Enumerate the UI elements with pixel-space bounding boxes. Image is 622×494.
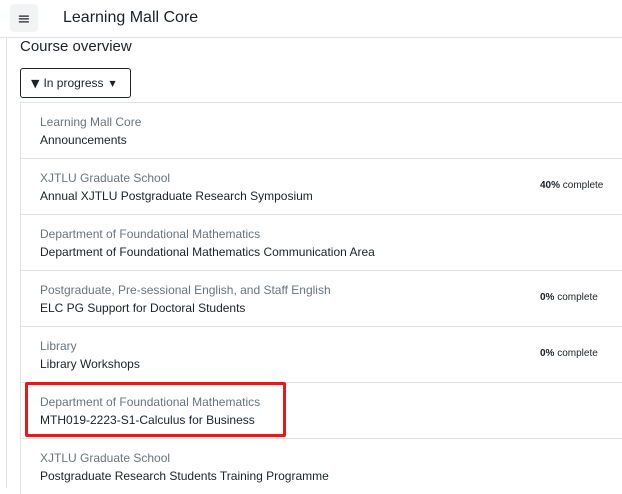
top-navbar: ≡ Learning Mall Core: [0, 0, 622, 38]
course-link[interactable]: Department of Foundational Mathematics C…: [40, 245, 375, 259]
drawer-divider: [6, 38, 7, 488]
course-list: Learning Mall Core Announcements XJTLU G…: [20, 102, 622, 494]
progress-value: 40%: [540, 180, 561, 191]
course-category: Department of Foundational Mathematics: [40, 395, 261, 409]
course-category: XJTLU Graduate School: [40, 171, 171, 185]
course-category: Postgraduate, Pre-sessional English, and…: [40, 283, 331, 297]
filter-dropdown-button[interactable]: ▼ In progress ▼: [20, 68, 131, 98]
caret-down-icon: ▼: [109, 78, 116, 88]
filter-icon: ▼: [31, 76, 40, 90]
progress-suffix: complete: [560, 180, 604, 191]
progress-suffix: complete: [554, 348, 598, 359]
course-item: Department of Foundational Mathematics M…: [21, 382, 622, 438]
course-category: Department of Foundational Mathematics: [40, 227, 261, 241]
course-item: XJTLU Graduate School Annual XJTLU Postg…: [21, 158, 622, 214]
section-title: Course overview: [20, 38, 132, 55]
course-link[interactable]: Postgraduate Research Students Training …: [40, 469, 329, 483]
course-category: XJTLU Graduate School: [40, 451, 171, 465]
course-item: Department of Foundational Mathematics D…: [21, 214, 622, 270]
filter-label: In progress: [43, 76, 104, 90]
progress-text: 0% complete: [540, 292, 598, 303]
progress-text: 40% complete: [540, 180, 603, 191]
site-title[interactable]: Learning Mall Core: [63, 9, 198, 27]
hamburger-icon[interactable]: ≡: [10, 4, 38, 32]
course-link[interactable]: Library Workshops: [40, 357, 140, 371]
course-category: Learning Mall Core: [40, 115, 142, 129]
course-item: Postgraduate, Pre-sessional English, and…: [21, 270, 622, 326]
course-link[interactable]: Announcements: [40, 133, 127, 147]
course-category: Library: [40, 339, 77, 353]
progress-value: 0%: [540, 348, 555, 359]
course-item: XJTLU Graduate School Postgraduate Resea…: [21, 438, 622, 494]
course-item: Learning Mall Core Announcements: [21, 102, 622, 158]
course-item: Library Library Workshops 0% complete: [21, 326, 622, 382]
progress-value: 0%: [540, 292, 555, 303]
course-link[interactable]: MTH019-2223-S1-Calculus for Business: [40, 413, 255, 427]
course-link[interactable]: ELC PG Support for Doctoral Students: [40, 301, 245, 315]
progress-text: 0% complete: [540, 348, 598, 359]
progress-suffix: complete: [554, 292, 598, 303]
course-link[interactable]: Annual XJTLU Postgraduate Research Sympo…: [40, 189, 313, 203]
